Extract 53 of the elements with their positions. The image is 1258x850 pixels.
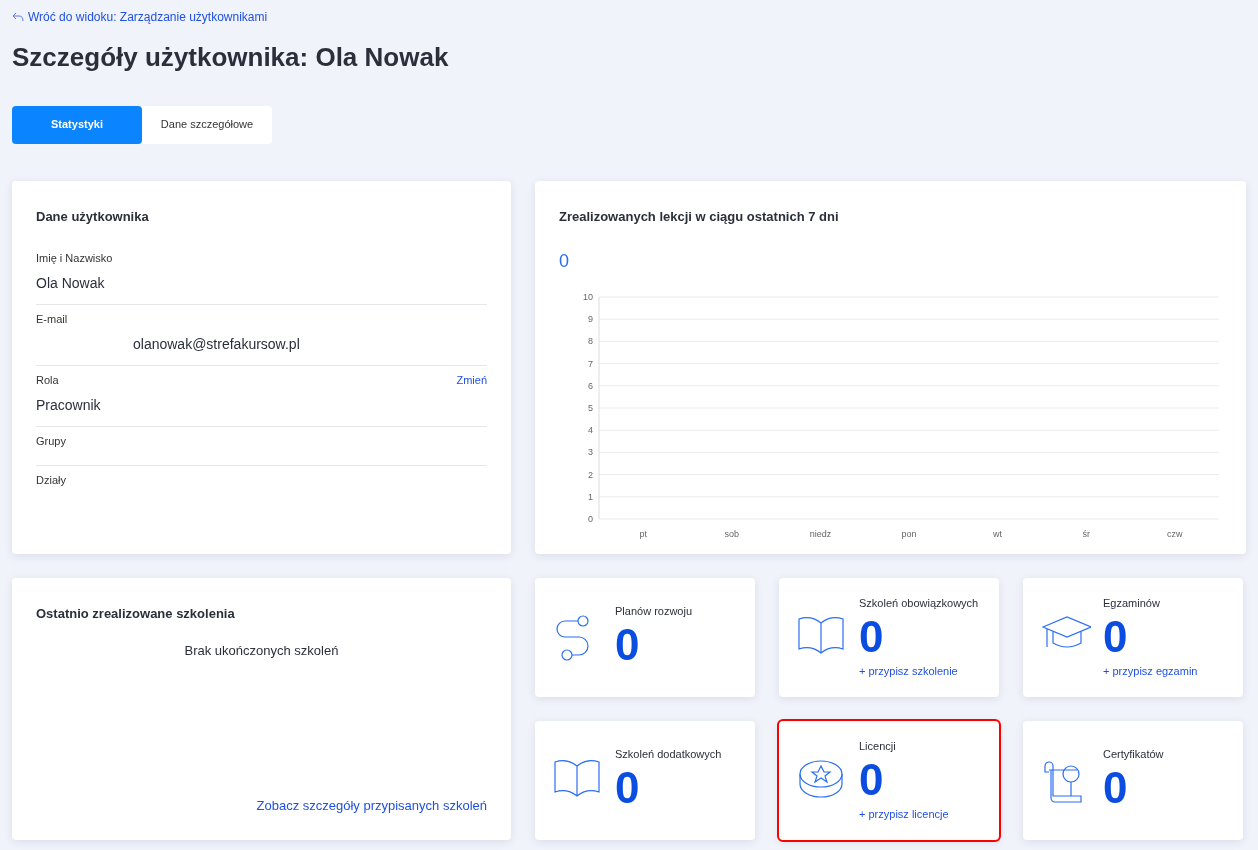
stat-value: 0 (859, 615, 884, 660)
field-value: olanowak@strefakursow.pl (133, 334, 301, 354)
empty-message: Brak ukończonych szkoleń (183, 642, 340, 661)
stat-value: 0 (615, 766, 640, 811)
x-tick-label: czw (1166, 529, 1183, 540)
card-title: Zrealizowanych lekcji w ciągu ostatnich 7 dni (559, 207, 840, 226)
stat-value: 0 (859, 758, 884, 803)
y-tick-label: 8 (588, 336, 593, 347)
field-label: Rola (36, 373, 59, 389)
stat-value: 0 (1103, 615, 1128, 660)
y-tick-label: 1 (588, 492, 593, 502)
y-tick-label: 7 (588, 358, 593, 369)
x-tick-label: śr (1082, 529, 1090, 540)
stat-label: Egzaminów (1103, 595, 1161, 611)
y-tick-label: 10 (583, 292, 593, 303)
details-link[interactable]: Zobacz szczegóły przypisanych szkoleń (256, 798, 487, 814)
y-tick-label: 6 (588, 381, 593, 391)
y-tick-label: 5 (588, 403, 593, 414)
back-link[interactable]: Wróć do widoku: Zarządzanie użytkownikami (12, 8, 268, 26)
y-tick-label: 9 (588, 314, 593, 325)
stat-label: Certyfikatów (1103, 746, 1164, 762)
lesson-count: 0 (559, 250, 569, 274)
field-value: Ola Nowak (36, 273, 106, 293)
y-tick-label: 4 (588, 425, 593, 436)
y-tick-label: 2 (588, 469, 593, 480)
field-value: Pracownik (36, 395, 102, 415)
x-tick-label: wt (993, 529, 1003, 540)
tab[interactable]: Statystyki (12, 105, 142, 144)
card-title: Ostatnio zrealizowane szkolenia (36, 604, 236, 623)
x-tick-label: pt (639, 529, 648, 540)
stat-label: Szkoleń dodatkowych (615, 746, 722, 762)
change-link[interactable]: Zmień (456, 372, 487, 389)
field-label: Grupy (36, 434, 66, 450)
y-tick-label: 0 (588, 514, 593, 525)
x-tick-label: pon (901, 529, 917, 540)
card-title: Dane użytkownika (36, 207, 150, 226)
back-arrow-icon (12, 12, 24, 22)
field-label: E-mail (36, 312, 68, 328)
assign-link[interactable]: + przypisz egzamin (1103, 663, 1198, 680)
y-tick-label: 3 (588, 447, 593, 458)
tab[interactable]: Dane szczegółowe (142, 105, 272, 144)
stat-label: Szkoleń obowiązkowych (859, 595, 979, 611)
x-tick-label: sob (724, 529, 740, 540)
x-tick-label: niedz (809, 529, 832, 540)
stat-value: 0 (615, 623, 640, 668)
assign-link[interactable]: + przypisz szkolenie (859, 663, 979, 680)
assign-link[interactable]: + przypisz licencje (859, 806, 949, 823)
stat-value: 0 (1103, 766, 1128, 811)
page-title: Szczegóły użytkownika: Ola Nowak (12, 41, 450, 73)
field-label: Działy (36, 473, 66, 489)
stat-label: Licencji (859, 738, 897, 754)
stat-label: Planów rozwoju (615, 603, 693, 619)
field-label: Imię i Nazwisko (36, 251, 113, 267)
